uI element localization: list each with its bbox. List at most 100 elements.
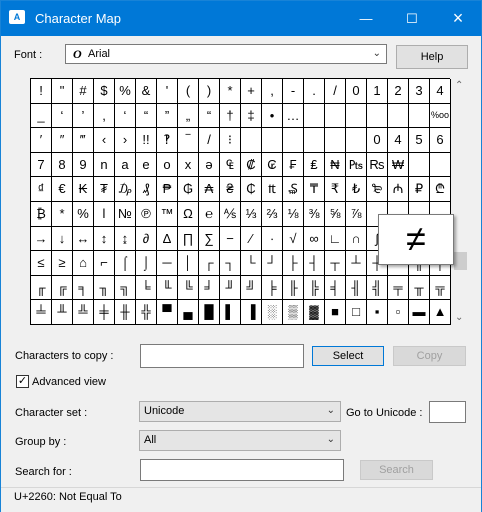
character-cell[interactable]: ↔ [73,226,94,252]
character-cell[interactable]: ∩ [346,226,367,252]
character-cell[interactable]: ╝ [241,275,262,301]
character-cell[interactable]: ■ [325,300,346,325]
character-cell[interactable]: „ [178,103,199,129]
character-cell[interactable]: ₫ [31,177,52,202]
character-cell[interactable]: ┤ [304,251,325,276]
character-cell[interactable]: - [283,79,304,104]
character-cell[interactable]: ₽ [409,177,430,202]
character-cell[interactable]: ⅜ [304,201,325,227]
characters-to-copy-input[interactable] [140,344,304,368]
character-cell[interactable]: ▄ [178,300,199,325]
character-cell[interactable]: 1 [367,79,388,104]
character-cell[interactable]: ▫ [388,300,409,325]
character-cell[interactable]: ₤ [304,152,325,178]
character-cell[interactable]: ↓ [52,226,73,252]
character-cell[interactable]: 0 [367,128,388,153]
character-cell[interactable]: * [220,79,241,104]
character-cell[interactable]: ₼ [388,177,409,202]
character-cell[interactable]: ∆ [157,226,178,252]
character-cell[interactable]: e [136,152,157,178]
character-cell[interactable]: ╔ [52,275,73,301]
character-cell[interactable]: ≥ [52,251,73,276]
character-cell[interactable]: ₰ [136,177,157,202]
character-cell[interactable]: a [115,152,136,178]
character-cell[interactable]: □ [346,300,367,325]
character-cell[interactable]: # [73,79,94,104]
character-cell[interactable] [325,128,346,153]
character-cell[interactable]: ╜ [220,275,241,301]
character-cell[interactable]: ‴ [73,128,94,153]
character-cell[interactable]: ₾ [430,177,451,202]
character-cell[interactable]: ₴ [220,177,241,202]
character-cell[interactable]: ╨ [52,300,73,325]
title-bar[interactable]: A Character Map — ☐ × [1,1,481,36]
character-cell[interactable]: ╖ [94,275,115,301]
character-cell[interactable]: ╢ [346,275,367,301]
character-cell[interactable]: ⅞ [346,201,367,227]
character-cell[interactable]: ┴ [346,251,367,276]
character-cell[interactable]: ∑ [199,226,220,252]
character-cell[interactable]: ╪ [94,300,115,325]
character-cell[interactable]: %oo [430,103,451,129]
character-cell[interactable]: ⌠ [115,251,136,276]
character-cell[interactable]: & [136,79,157,104]
character-cell[interactable] [283,128,304,153]
character-cell[interactable]: x [178,152,199,178]
character-cell[interactable]: ₹ [325,177,346,202]
character-grid[interactable]: ! " # $% & '() * +, -./0 1 2 3 4 _ ‘’, ‘“” „ “† ‡ •… %oo ′ ″ ‴ ‹… [30,78,451,325]
character-cell[interactable]: ” [157,103,178,129]
character-cell[interactable]: 9 [73,152,94,178]
character-cell[interactable]: " [52,79,73,104]
character-cell[interactable]: ╬ [136,300,157,325]
character-cell[interactable]: ─ [157,251,178,276]
character-cell[interactable]: √ [283,226,304,252]
character-cell[interactable]: † [220,103,241,129]
character-cell[interactable]: ┌ [199,251,220,276]
character-cell[interactable]: ) [199,79,220,104]
character-cell[interactable]: ░ [262,300,283,325]
scroll-up-arrow-icon[interactable]: ⌃ [455,80,463,91]
character-cell[interactable]: “ [136,103,157,129]
character-cell[interactable]: 7 [31,152,52,178]
advanced-view-checkbox[interactable]: ✓ [16,375,29,388]
character-cell[interactable]: ∞ [304,226,325,252]
character-cell[interactable]: “ [199,103,220,129]
character-cell[interactable]: 0 [346,79,367,104]
character-cell[interactable]: $ [94,79,115,104]
character-cell[interactable]: ▒ [283,300,304,325]
font-dropdown[interactable]: O Arial ⌄ [65,44,387,64]
character-cell[interactable]: ╕ [73,275,94,301]
character-cell[interactable]: ₶ [262,177,283,202]
character-cell[interactable]: ╡ [325,275,346,301]
character-cell[interactable]: ₲ [178,177,199,202]
character-cell[interactable]: ⅓ [241,201,262,227]
character-cell[interactable] [346,103,367,129]
character-cell[interactable]: … [283,103,304,129]
character-cell[interactable]: ‘ [52,103,73,129]
character-cell[interactable]: № [115,201,136,227]
character-cell[interactable]: ┘ [262,251,283,276]
character-cell[interactable]: 8 [52,152,73,178]
character-cell[interactable]: . [304,79,325,104]
character-cell[interactable]: ( [178,79,199,104]
character-cell[interactable]: ╘ [136,275,157,301]
character-cell[interactable]: ⌡ [136,251,157,276]
character-cell[interactable]: ∏ [178,226,199,252]
character-cell[interactable]: ≤ [31,251,52,276]
character-cell[interactable]: ┬ [325,251,346,276]
character-cell[interactable]: ₦ [325,152,346,178]
character-cell[interactable] [367,103,388,129]
character-cell[interactable]: l [94,201,115,227]
character-cell[interactable]: o [157,152,178,178]
character-cell[interactable]: █ [199,300,220,325]
character-cell[interactable]: !! [136,128,157,153]
character-cell[interactable]: ▪ [367,300,388,325]
character-cell[interactable]: ₠ [220,152,241,178]
character-cell[interactable]: ⅍ [220,201,241,227]
scrollbar-thumb[interactable] [454,252,467,270]
character-cell[interactable]: ₣ [283,152,304,178]
character-cell[interactable] [304,103,325,129]
character-cell[interactable]: ‽ [157,128,178,153]
character-cell[interactable] [325,103,346,129]
character-cell[interactable]: ╛ [199,275,220,301]
